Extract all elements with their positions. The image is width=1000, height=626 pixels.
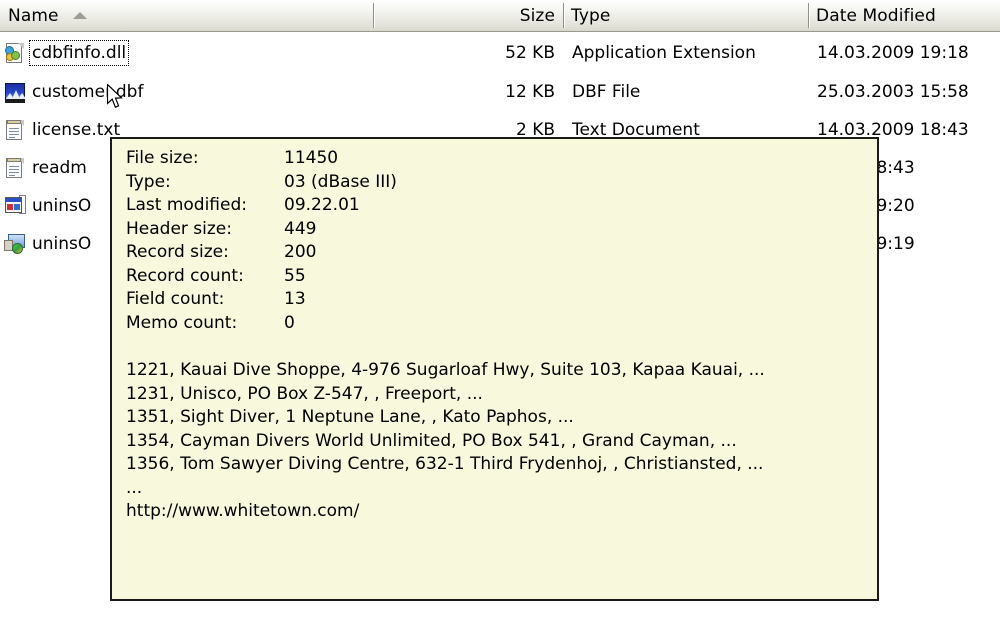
tooltip-field-row: Header size: 449 [126,218,397,242]
tooltip-field-key: Field count: [126,288,284,312]
tooltip-field-value: 13 [284,288,397,312]
file-name-cell[interactable]: cdbfinfo.dll [4,38,126,68]
tooltip-field-key: Memo count: [126,312,284,336]
file-name-label: license.txt [32,120,120,140]
column-header-type[interactable]: Type [563,0,808,31]
tooltip-field-row: Memo count: 0 [126,312,397,336]
column-header-type-label: Type [563,6,610,26]
dbf-info-tooltip: File size: 11450 Type: 03 (dBase III) La… [110,137,879,601]
file-name-cell[interactable]: customer.dbf [4,77,143,107]
file-name-label: customer.dbf [32,82,143,102]
file-name-cell[interactable]: uninsO [4,229,91,259]
tooltip-record-line: 1351, Sight Diver, 1 Neptune Lane, , Kat… [126,406,877,430]
tooltip-field-value: 449 [284,218,397,242]
tooltip-field-row: Field count: 13 [126,288,397,312]
file-name-cell[interactable]: license.txt [4,115,120,145]
file-name-cell[interactable]: uninsO [4,191,91,221]
column-header-name[interactable]: Name [0,0,373,31]
file-name-label: uninsO [32,234,91,254]
tooltip-record-line: 1231, Unisco, PO Box Z-547, , Freeport, … [126,383,877,407]
dbf-file-icon [4,81,26,103]
tooltip-field-value: 11450 [284,147,397,171]
tooltip-field-table: File size: 11450 Type: 03 (dBase III) La… [126,147,397,335]
table-row[interactable]: customer.dbf 12 KB DBF File 25.03.2003 1… [0,77,1000,107]
table-row[interactable]: cdbfinfo.dll 52 KB Application Extension… [0,38,1000,68]
tooltip-field-key: File size: [126,147,284,171]
application-file-icon [4,195,26,217]
tooltip-field-row: Last modified: 09.22.01 [126,194,397,218]
installer-file-icon [4,233,26,255]
column-header-date-modified[interactable]: Date Modified [808,0,1000,31]
text-file-icon [4,157,26,179]
tooltip-record-line: 1354, Cayman Divers World Unlimited, PO … [126,430,877,454]
file-type-cell: DBF File [572,77,640,107]
tooltip-field-row: Record count: 55 [126,265,397,289]
tooltip-field-value: 200 [284,241,397,265]
tooltip-field-key: Header size: [126,218,284,242]
tooltip-field-row: Record size: 200 [126,241,397,265]
tooltip-field-value: 09.22.01 [284,194,397,218]
column-header-date-modified-label: Date Modified [808,6,936,26]
column-header-name-label: Name [0,6,59,26]
column-header-size-label: Size [520,6,563,26]
file-size-cell: 52 KB [373,38,555,68]
tooltip-field-key: Last modified: [126,194,284,218]
tooltip-field-key: Record size: [126,241,284,265]
tooltip-field-row: Type: 03 (dBase III) [126,171,397,195]
file-date-cell: 25.03.2003 15:58 [817,77,969,107]
file-size-cell: 12 KB [373,77,555,107]
tooltip-url: http://www.whitetown.com/ [126,500,877,524]
tooltip-record-line: 1221, Kauai Dive Shoppe, 4-976 Sugarloaf… [126,359,877,383]
tooltip-field-value: 03 (dBase III) [284,171,397,195]
file-name-label: readm [32,158,87,178]
tooltip-field-key: Record count: [126,265,284,289]
tooltip-field-value: 0 [284,312,397,336]
column-header-row: Name Size Type Date Modified [0,0,1000,32]
dll-file-icon [4,42,26,64]
file-name-label: cdbfinfo.dll [32,43,126,63]
file-name-cell[interactable]: readm [4,153,87,183]
tooltip-field-key: Type: [126,171,284,195]
header-divider-highlight [809,3,810,28]
sort-ascending-icon [73,12,87,19]
tooltip-record-line: 1356, Tom Sawyer Diving Centre, 632-1 Th… [126,453,877,477]
tooltip-field-value: 55 [284,265,397,289]
file-name-label: uninsO [32,196,91,216]
tooltip-records-ellipsis: ... [126,477,877,501]
text-file-icon [4,119,26,141]
tooltip-field-row: File size: 11450 [126,147,397,171]
header-divider-highlight [564,3,565,28]
header-divider-highlight [374,3,375,28]
tooltip-spacer [126,335,877,359]
file-type-cell: Application Extension [572,38,756,68]
file-date-cell: 14.03.2009 19:18 [817,38,969,68]
column-header-size[interactable]: Size [373,0,563,31]
